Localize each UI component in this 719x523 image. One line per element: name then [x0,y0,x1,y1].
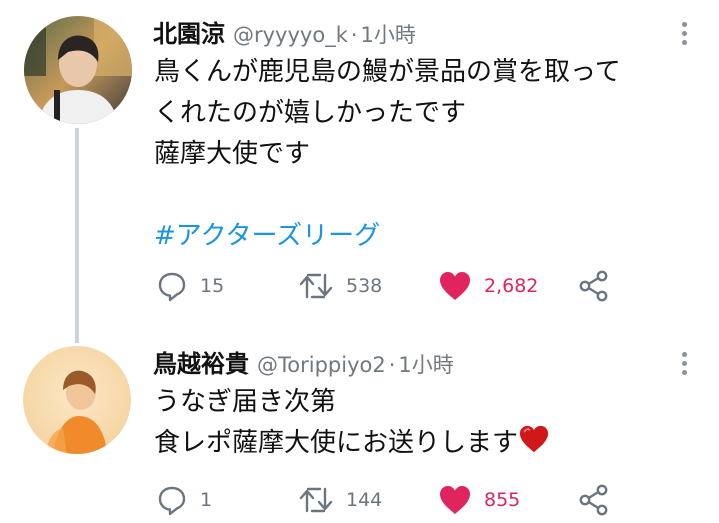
separator-dot: · [350,23,358,47]
reply-icon [158,272,186,302]
share-icon [579,484,608,516]
retweet-count: 144 [346,489,383,511]
user-handle[interactable]: @Torippiyo2 [257,353,386,377]
like-count: 2,682 [484,275,539,297]
display-name[interactable]: 鳥越裕貴 [153,344,249,379]
tweet-text-line: 薩摩大使です [154,139,311,169]
retweet-button[interactable]: 144 [298,480,382,520]
tweet-text-line: 鳥くんが鹿児島の鰻が景品の賞を取って [154,57,621,87]
tweet-text: うなぎ届き次第 食レポ薩摩大使にお送りします [154,382,550,467]
share-icon [579,270,608,302]
tweet-text-line: くれたのが嬉しかったです [154,98,467,128]
hashtag-link[interactable]: #アクターズリーグ [154,216,621,257]
tweet-text-line: 食レポ薩摩大使にお送りします [154,423,550,467]
like-button[interactable]: 2,682 [438,266,538,306]
separator-dot: · [388,353,396,377]
share-button[interactable] [577,480,611,520]
retweet-count: 538 [346,275,383,297]
retweet-icon [299,273,333,299]
tweet-text-segment: 食レポ薩摩大使にお送りします [154,428,519,458]
user-handle[interactable]: @ryyyyo_k [233,23,348,47]
retweet-button[interactable]: 538 [298,266,382,306]
reply-button[interactable]: 1 [156,480,212,520]
like-heart-icon [440,486,470,514]
avatar[interactable] [24,16,132,124]
red-heart-emoji [518,424,550,467]
reply-icon [158,486,186,516]
like-button[interactable]: 855 [438,480,520,520]
tweet-text: 鳥くんが鹿児島の鰻が景品の賞を取って くれたのが嬉しかったです 薩摩大使です #… [154,52,621,257]
display-name[interactable]: 北園涼 [153,14,225,49]
reply-count: 15 [200,275,225,297]
retweet-icon [299,487,333,513]
share-button[interactable] [577,266,611,306]
reply-button[interactable]: 15 [156,266,224,306]
tweet-header: 鳥越裕貴 @Torippiyo2 · 1小時 [153,344,454,379]
more-vertical-icon[interactable] [681,22,689,49]
like-count: 855 [484,489,521,511]
reply-count: 1 [200,489,213,511]
like-heart-icon [440,272,470,300]
tweet-1[interactable]: 北園涼 @ryyyyo_k · 1小時 鳥くんが鹿児島の鰻が景品の賞を取って く… [0,0,719,330]
more-vertical-icon[interactable] [681,352,689,379]
tweet-actions: 1 144 855 [150,480,630,520]
tweet-actions: 15 538 2,682 [150,266,630,306]
tweet-2[interactable]: 鳥越裕貴 @Torippiyo2 · 1小時 うなぎ届き次第 食レポ薩摩大使にお… [0,330,719,523]
avatar[interactable] [23,346,131,454]
timestamp[interactable]: 1小時 [398,349,453,379]
tweet-header: 北園涼 @ryyyyo_k · 1小時 [153,14,416,49]
tweet-text-line: うなぎ届き次第 [154,387,337,417]
timestamp[interactable]: 1小時 [361,19,416,49]
